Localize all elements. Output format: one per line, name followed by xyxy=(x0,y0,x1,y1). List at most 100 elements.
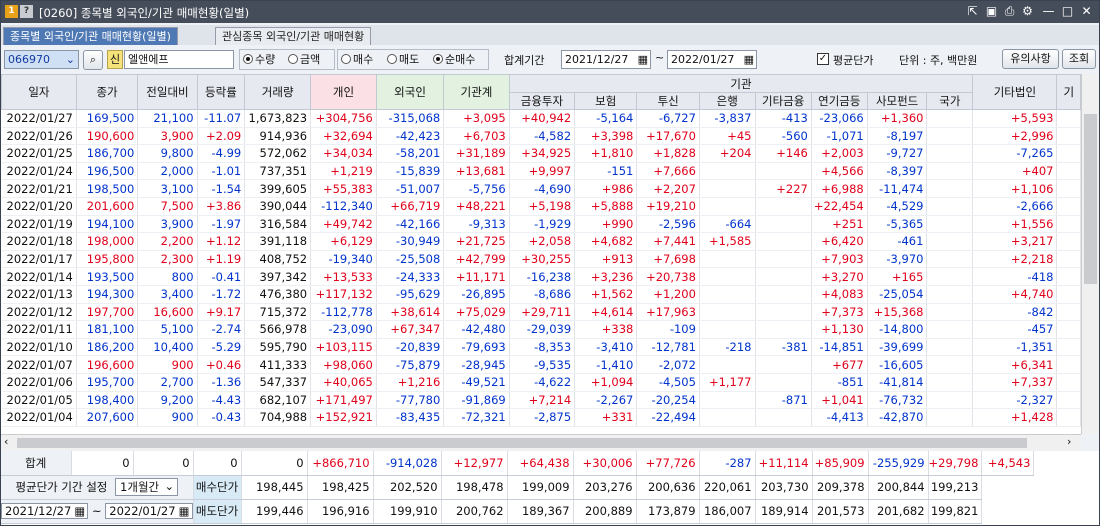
table-cell: 566,978 xyxy=(244,320,312,339)
avg-price-checkbox[interactable]: ✓ xyxy=(817,53,829,65)
table-cell xyxy=(755,215,812,234)
help-badge-icon[interactable]: ? xyxy=(20,5,33,18)
table-row[interactable]: 2022/01/05 198,400 9,200 -4.43 682,107 +171,4… xyxy=(1,391,1081,410)
table-cell: -25,508 xyxy=(376,250,445,269)
table-row[interactable]: 2022/01/27 169,500 21,100 -11.07 1,673,823 +3… xyxy=(1,109,1081,128)
col-date[interactable]: 일자 xyxy=(1,74,77,110)
table-cell: 194,100 xyxy=(76,215,139,234)
table-cell: +2,003 xyxy=(811,144,868,163)
table-row[interactable]: 2022/01/10 186,200 10,400 -5.29 595,790 +103,… xyxy=(1,338,1081,357)
close-icon[interactable]: ✕ xyxy=(1079,4,1094,19)
table-cell: +5,198 xyxy=(509,197,576,216)
tab-stock-daily[interactable]: 종목별 외국인/기관 매매현황(일별) xyxy=(3,27,178,45)
table-cell: -4,690 xyxy=(509,179,576,198)
col-close[interactable]: 종가 xyxy=(75,74,139,110)
radio-amount[interactable]: 금액 xyxy=(288,51,320,67)
data-grid[interactable]: 일자 종가 전일대비 등락률 거래량 개인 외국인 기관계 기관 기타법인 기 … xyxy=(1,74,1081,434)
avg-start-date-input[interactable]: 2021/12/27 ▦ xyxy=(1,503,89,519)
col-sub-7[interactable]: 국가 xyxy=(926,92,974,110)
table-row[interactable]: 2022/01/17 195,800 2,300 +1.19 408,752 -19,34… xyxy=(1,250,1081,269)
scroll-right-icon[interactable]: › xyxy=(1067,435,1071,448)
col-rate[interactable]: 등락률 xyxy=(196,74,246,110)
radio-buy[interactable]: 매수 xyxy=(341,51,373,67)
link-icon[interactable]: ⇱ xyxy=(965,4,980,19)
search-button[interactable]: ⌕ xyxy=(83,50,103,70)
print-icon[interactable]: ⎙ xyxy=(1002,4,1017,19)
table-cell: 186,200 xyxy=(76,338,139,357)
table-row[interactable]: 2022/01/21 198,500 3,100 -1.54 399,605 +55,38… xyxy=(1,179,1081,198)
radio-dot-icon xyxy=(288,54,298,64)
table-cell: +117,132 xyxy=(310,285,377,304)
col-foreign[interactable]: 외국인 xyxy=(375,74,445,110)
calendar-icon[interactable]: ▦ xyxy=(744,51,754,68)
col-other-corp[interactable]: 기타법인 xyxy=(972,74,1058,110)
table-cell: +2,218 xyxy=(972,250,1058,269)
col-sub-5[interactable]: 연기금등 xyxy=(810,92,868,110)
table-row[interactable]: 2022/01/14 193,500 800 -0.41 397,342 +13,533-… xyxy=(1,267,1081,286)
scroll-left-icon[interactable]: ‹ xyxy=(4,435,8,448)
table-cell: -29,039 xyxy=(509,320,576,339)
table-row[interactable]: 2022/01/19 194,100 3,900 -1.97 316,584 +49,74… xyxy=(1,215,1081,234)
table-row[interactable]: 2022/01/25 186,700 9,800 -4.99 572,062 +34,03… xyxy=(1,144,1081,163)
table-row[interactable]: 2022/01/06 195,700 2,700 -1.36 547,337 +40,06… xyxy=(1,373,1081,392)
col-sub-0[interactable]: 금융투자 xyxy=(508,92,576,110)
col-change[interactable]: 전일대비 xyxy=(137,74,198,110)
table-cell: -41,814 xyxy=(867,373,928,392)
hscroll-thumb[interactable] xyxy=(17,438,1027,448)
table-cell: +913 xyxy=(574,250,638,269)
table-cell: 2022/01/12 xyxy=(1,303,77,322)
tab-watchlist[interactable]: 관심종목 외국인/기관 매매현황 xyxy=(215,27,372,45)
query-button[interactable]: 조회 xyxy=(1062,49,1096,69)
stock-code-input[interactable]: 066970 ⌄ xyxy=(4,50,79,69)
end-date-input[interactable]: 2022/01/27 ▦ xyxy=(667,50,757,69)
col-sub-1[interactable]: 보험 xyxy=(574,92,638,110)
table-cell xyxy=(755,408,812,427)
col-individual[interactable]: 개인 xyxy=(310,74,377,110)
col-institution-total[interactable]: 기관계 xyxy=(443,74,510,110)
table-cell: +66,719 xyxy=(376,197,445,216)
save-icon[interactable]: ▣ xyxy=(984,4,999,19)
table-row[interactable]: 2022/01/26 190,600 3,900 +2.09 914,936 +32,69… xyxy=(1,127,1081,146)
table-cell: 10,400 xyxy=(137,338,198,357)
col-sub-2[interactable]: 투신 xyxy=(636,92,700,110)
table-row[interactable]: 2022/01/13 194,300 3,400 -1.72 476,380 +117,1… xyxy=(1,285,1081,304)
calendar-icon[interactable]: ▦ xyxy=(179,504,190,518)
calendar-icon[interactable]: ▦ xyxy=(638,51,648,68)
notice-button[interactable]: 유의사항 xyxy=(1002,49,1059,69)
table-row[interactable]: 2022/01/18 198,000 2,200 +1.12 391,118 +6,129… xyxy=(1,232,1081,251)
table-cell: +1,585 xyxy=(699,232,756,251)
col-sub-4[interactable]: 기타금융 xyxy=(754,92,812,110)
col-volume[interactable]: 거래량 xyxy=(244,74,312,110)
vertical-scrollbar[interactable] xyxy=(1081,74,1099,434)
avg-period-select[interactable]: 1개월간 ⌄ xyxy=(115,478,179,496)
table-cell: +5,593 xyxy=(972,109,1058,128)
table-row[interactable]: 2022/01/24 196,500 2,000 -1.01 737,351 +1,219… xyxy=(1,162,1081,181)
calendar-icon[interactable]: ▦ xyxy=(74,504,85,518)
avg-end-date-input[interactable]: 2022/01/27 ▦ xyxy=(105,503,193,519)
minimize-icon[interactable]: — xyxy=(1041,4,1056,19)
radio-net-buy[interactable]: 순매수 xyxy=(433,51,475,67)
maximize-icon[interactable]: □ xyxy=(1060,4,1075,19)
table-row[interactable]: 2022/01/07 196,600 900 +0.46 411,333 +98,060-… xyxy=(1,355,1081,374)
table-row[interactable]: 2022/01/12 197,700 16,600 +9.17 715,372 -112,… xyxy=(1,303,1081,322)
table-cell xyxy=(755,355,812,374)
table-row[interactable]: 2022/01/20 201,600 7,500 +3.86 390,044 -112,3… xyxy=(1,197,1081,216)
chevron-down-icon[interactable]: ⌄ xyxy=(164,479,174,493)
table-cell: +3,095 xyxy=(443,109,510,128)
radio-sell[interactable]: 매도 xyxy=(387,51,419,67)
col-other-cut[interactable]: 기 xyxy=(1056,74,1081,110)
table-row[interactable]: 2022/01/04 207,600 900 -0.43 704,988 +152,921… xyxy=(1,408,1081,427)
col-sub-6[interactable]: 사모펀드 xyxy=(866,92,928,110)
horizontal-scrollbar[interactable]: ‹ › xyxy=(1,434,1081,450)
dropdown-arrow-icon[interactable]: ⌄ xyxy=(66,51,75,68)
start-date-value: 2021/12/27 xyxy=(565,53,629,66)
table-cell xyxy=(755,197,812,216)
table-row[interactable]: 2022/01/11 181,100 5,100 -2.74 566,978 -23,09… xyxy=(1,320,1081,339)
col-sub-3[interactable]: 은행 xyxy=(698,92,756,110)
start-date-input[interactable]: 2021/12/27 ▦ xyxy=(561,50,651,69)
radio-quantity[interactable]: 수량 xyxy=(243,51,275,67)
table-cell xyxy=(755,267,812,286)
vscroll-thumb[interactable] xyxy=(1084,114,1097,284)
table-cell xyxy=(699,355,756,374)
settings-icon[interactable]: ⚙ xyxy=(1020,4,1035,19)
